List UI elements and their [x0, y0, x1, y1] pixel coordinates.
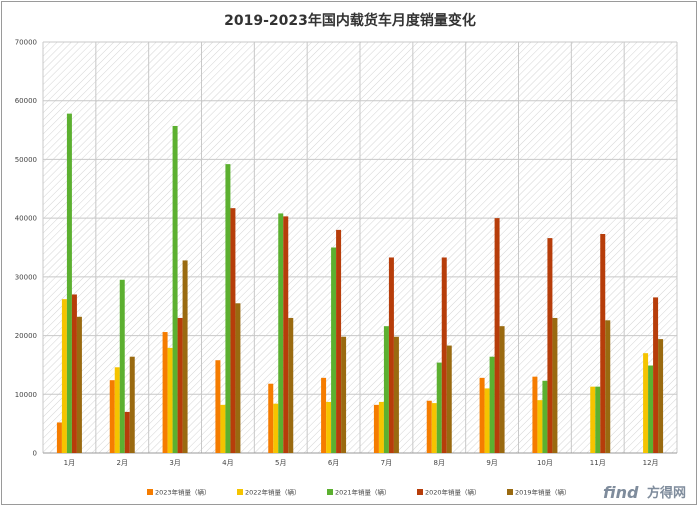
- bar: [177, 317, 183, 453]
- legend-label: 2019年销量（辆）: [515, 488, 571, 497]
- x-tick-label: 6月: [328, 459, 339, 467]
- watermark: find 方得网: [603, 483, 686, 502]
- bar: [378, 401, 384, 453]
- bar: [648, 365, 654, 453]
- y-tick-label: 10000: [15, 391, 37, 399]
- legend-swatch: [147, 489, 153, 495]
- x-tick-label: 5月: [275, 459, 286, 467]
- bar: [220, 404, 226, 453]
- bar: [426, 400, 432, 453]
- bar: [542, 380, 548, 453]
- x-tick-label: 8月: [434, 459, 445, 467]
- y-tick-label: 60000: [15, 97, 37, 105]
- bar: [605, 320, 611, 453]
- bar: [273, 403, 279, 453]
- y-tick-label: 0: [33, 450, 37, 458]
- watermark-brand-en: find: [603, 483, 639, 502]
- bar: [215, 360, 221, 453]
- bar: [61, 299, 67, 453]
- bar: [494, 218, 500, 453]
- y-tick-label: 50000: [15, 156, 37, 164]
- bar: [373, 404, 379, 453]
- x-tick-label: 9月: [486, 459, 497, 467]
- bar: [288, 317, 294, 453]
- legend-label: 2023年销量（辆）: [155, 488, 211, 497]
- bar: [114, 367, 120, 453]
- bar: [537, 400, 543, 453]
- bar: [643, 353, 649, 453]
- bar: [479, 377, 485, 453]
- x-tick-label: 1月: [64, 459, 75, 467]
- y-tick-label: 40000: [15, 215, 37, 223]
- bar: [182, 260, 188, 453]
- bar: [56, 422, 62, 453]
- bar: [71, 294, 77, 453]
- bar: [326, 401, 332, 453]
- bar: [532, 376, 538, 453]
- legend-label: 2021年销量（辆）: [335, 488, 391, 497]
- bar: [283, 216, 289, 453]
- bar: [446, 345, 452, 453]
- bar: [658, 339, 664, 453]
- legend-label: 2022年销量（辆）: [245, 488, 301, 497]
- legend-swatch: [327, 489, 333, 495]
- x-tick-label: 10月: [537, 459, 553, 467]
- bar: [653, 297, 659, 453]
- bar: [129, 356, 135, 453]
- legend: 2023年销量（辆） 2022年销量（辆） 2021年销量（辆） 2020年销量（辆）…: [147, 488, 571, 497]
- watermark-brand-cn: 方得网: [647, 485, 686, 501]
- bar: [109, 380, 115, 453]
- x-tick-label: 11月: [590, 459, 606, 467]
- bar: [489, 356, 495, 453]
- bar: [278, 213, 284, 453]
- bar: [235, 303, 241, 453]
- bar: [484, 388, 490, 453]
- bar: [341, 336, 347, 453]
- bar: [268, 383, 274, 453]
- bar: [436, 362, 442, 453]
- y-tick-label: 70000: [15, 39, 37, 47]
- bar: [499, 326, 505, 453]
- bar: [393, 336, 399, 453]
- x-axis: 1月 2月 3月 4月 5月 6月 7月 8月 9月 10月 11月 12月: [43, 452, 677, 467]
- bar: [321, 377, 327, 453]
- y-tick-label: 20000: [15, 332, 37, 340]
- bar: [600, 233, 606, 453]
- bar: [595, 386, 601, 453]
- chart-title: 2019-2023年国内载货车月度销量变化: [224, 12, 476, 29]
- bar: [66, 113, 72, 453]
- y-axis: 0 10000 20000 30000 40000 50000 60000 70000: [15, 39, 37, 458]
- bar: [383, 326, 389, 453]
- bar: [552, 317, 558, 453]
- bar: [119, 279, 125, 453]
- bar: [388, 257, 394, 453]
- bar: [167, 347, 173, 453]
- bar: [76, 316, 82, 453]
- bar: [230, 208, 236, 453]
- bar: [331, 247, 337, 453]
- bar: [162, 332, 168, 453]
- bar-chart: 2019-2023年国内载货车月度销量变化 0 10000 20000 30000 40…: [15, 12, 686, 502]
- bar: [441, 257, 447, 453]
- legend-swatch: [237, 489, 243, 495]
- bar: [225, 164, 231, 453]
- bar: [336, 229, 342, 453]
- x-tick-label: 12月: [643, 459, 659, 467]
- legend-swatch: [417, 489, 423, 495]
- x-tick-label: 2月: [117, 459, 128, 467]
- bar: [172, 125, 178, 453]
- x-tick-label: 4月: [222, 459, 233, 467]
- bar: [590, 386, 596, 453]
- legend-label: 2020年销量（辆）: [425, 488, 481, 497]
- x-tick-label: 3月: [169, 459, 180, 467]
- bar: [547, 238, 553, 453]
- x-tick-label: 7月: [381, 459, 392, 467]
- bar: [431, 403, 437, 453]
- legend-swatch: [507, 489, 513, 495]
- y-tick-label: 30000: [15, 273, 37, 281]
- bar: [124, 411, 130, 453]
